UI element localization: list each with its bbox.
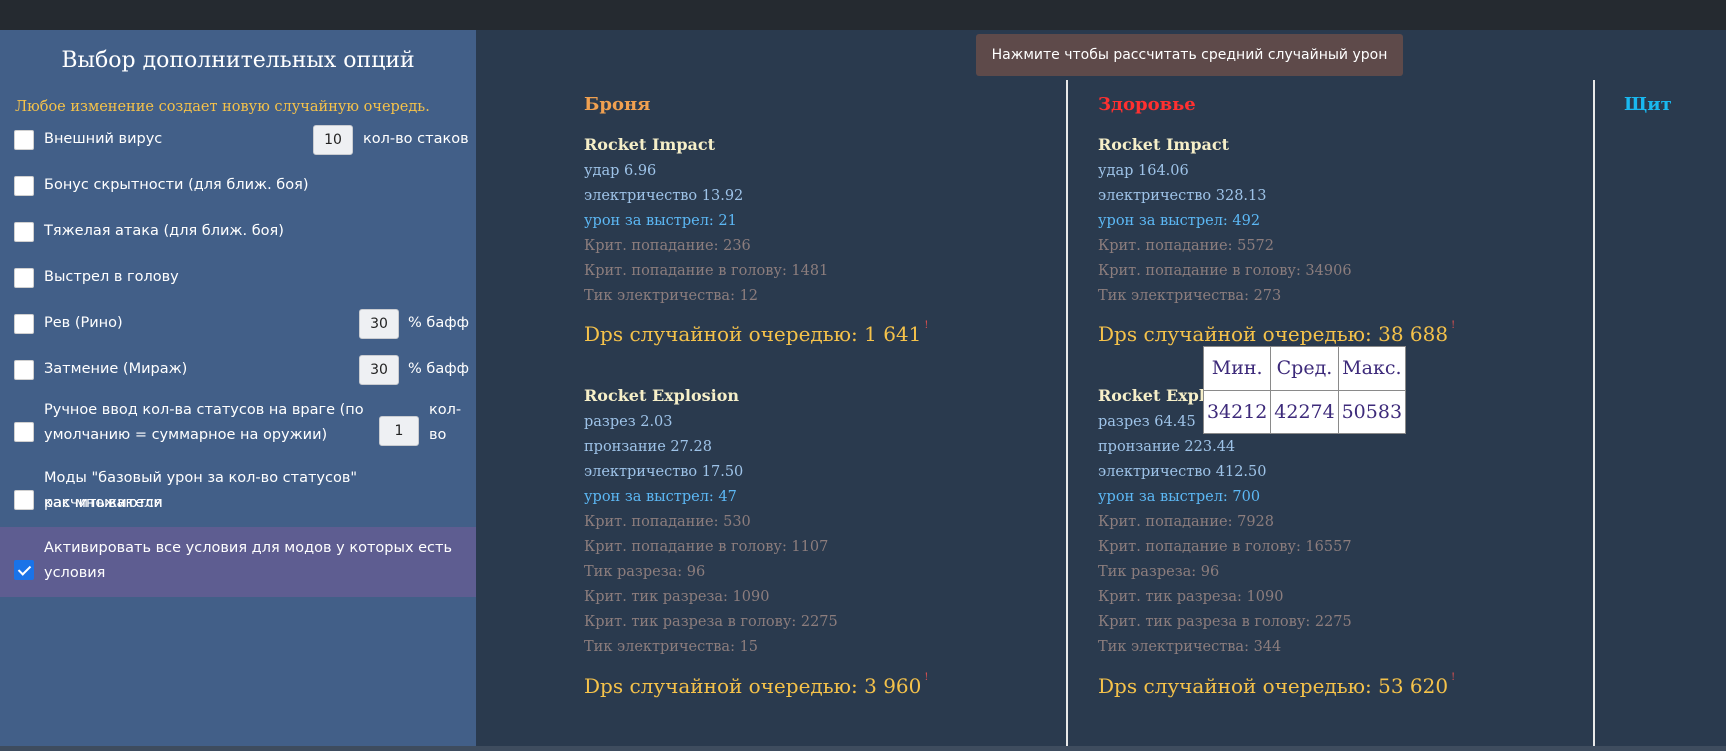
- roar-checkbox[interactable]: [14, 314, 34, 334]
- health-impact-line: Крит. попадание в голову: 34906: [1098, 263, 1352, 279]
- external-virus-stacks-input[interactable]: 10: [313, 125, 353, 155]
- mods-multiplier-checkbox[interactable]: [14, 490, 34, 510]
- health-impact-line: урон за выстрел: 492: [1098, 213, 1261, 229]
- column-divider: [1066, 80, 1068, 746]
- eclipse-label: Затмение (Мираж): [44, 361, 188, 377]
- external-virus-unit: кол-во стаков: [363, 131, 469, 147]
- health-impact-line: Крит. попадание: 5572: [1098, 238, 1274, 254]
- health-explosion-line: разрез 64.45: [1098, 414, 1196, 430]
- heavy-attack-label: Тяжелая атака (для ближ. боя): [44, 223, 284, 239]
- health-explosion-line: Тик разреза: 96: [1098, 564, 1220, 580]
- options-sidebar: Выбор дополнительных опций Любое изменен…: [0, 30, 476, 746]
- health-impact-line: удар 164.06: [1098, 163, 1189, 179]
- health-explosion-line: Крит. попадание в голову: 16557: [1098, 539, 1352, 555]
- armor-impact-line: удар 6.96: [584, 163, 657, 179]
- sidebar-title: Выбор дополнительных опций: [61, 48, 415, 73]
- info-mark[interactable]: !: [1451, 672, 1455, 683]
- armor-impact-title: Rocket Impact: [584, 135, 716, 154]
- top-bar: [0, 0, 1726, 30]
- eclipse-unit: % бафф: [408, 361, 470, 377]
- external-virus-label: Внешний вирус: [44, 131, 163, 147]
- health-explosion-line: пронзание 223.44: [1098, 439, 1236, 455]
- info-mark[interactable]: !: [1451, 320, 1455, 331]
- max-header: Макс.: [1337, 346, 1407, 391]
- min-value: 34212: [1202, 389, 1272, 434]
- mods-multiplier-label-line2: как множители: [44, 495, 163, 511]
- damage-range-popup: Мин. Сред. Макс. 34212 42274 50583: [1202, 346, 1407, 434]
- armor-explosion-line: Тик разреза: 96: [584, 564, 706, 580]
- health-impact-line: Тик электричества: 273: [1098, 288, 1282, 304]
- min-header: Мин.: [1202, 346, 1272, 391]
- health-explosion-line: электричество 412.50: [1098, 464, 1267, 480]
- armor-impact-line: Крит. попадание: 236: [584, 238, 751, 254]
- health-explosion-line: Крит. тик разреза: 1090: [1098, 589, 1284, 605]
- manual-status-count-input[interactable]: 1: [379, 416, 419, 446]
- health-impact-title: Rocket Impact: [1098, 135, 1230, 154]
- armor-impact-line: Крит. попадание в голову: 1481: [584, 263, 829, 279]
- health-explosion-line: Тик электричества: 344: [1098, 639, 1282, 655]
- eclipse-buff-input[interactable]: 30: [359, 355, 399, 385]
- health-explosion-line: урон за выстрел: 700: [1098, 489, 1261, 505]
- health-explosion-dps: Dps случайной очередью: 53 620!: [1098, 672, 1456, 698]
- activate-conditions-label-line1: Активировать все условия для модов у кот…: [44, 540, 453, 556]
- armor-impact-line: Тик электричества: 12: [584, 288, 759, 304]
- stealth-bonus-checkbox[interactable]: [14, 176, 34, 196]
- health-explosion-line: Крит. попадание: 7928: [1098, 514, 1274, 530]
- armor-header: Броня: [584, 94, 651, 115]
- health-impact-dps: Dps случайной очередью: 38 688!: [1098, 320, 1456, 346]
- health-impact-line: электричество 328.13: [1098, 188, 1267, 204]
- table-row: 34212 42274 50583: [1202, 389, 1407, 434]
- max-value: 50583: [1337, 389, 1407, 434]
- armor-explosion-line: Тик электричества: 15: [584, 639, 759, 655]
- bottom-bar: [0, 746, 1726, 751]
- table-row: Мин. Сред. Макс.: [1202, 346, 1407, 391]
- armor-explosion-line: пронзание 27.28: [584, 439, 712, 455]
- headshot-label: Выстрел в голову: [44, 269, 179, 285]
- manual-status-unit-line1: кол-: [429, 402, 462, 418]
- damage-range-table: Мин. Сред. Макс. 34212 42274 50583: [1202, 346, 1407, 434]
- armor-impact-dps: Dps случайной очередью: 1 641!: [584, 320, 929, 346]
- column-divider: [1593, 80, 1595, 746]
- armor-explosion-line: Крит. тик разреза: 1090: [584, 589, 770, 605]
- health-explosion-line: Крит. тик разреза в голову: 2275: [1098, 614, 1352, 630]
- roar-buff-input[interactable]: 30: [359, 309, 399, 339]
- armor-explosion-line: Крит. тик разреза в голову: 2275: [584, 614, 838, 630]
- manual-status-label-line2: умолчанию = суммарное на оружии): [44, 427, 328, 443]
- eclipse-checkbox[interactable]: [14, 360, 34, 380]
- manual-status-unit-line2: во: [429, 427, 447, 443]
- armor-explosion-line: Крит. попадание: 530: [584, 514, 751, 530]
- sidebar-note: Любое изменение создает новую случайную …: [15, 99, 430, 115]
- avg-header: Сред.: [1270, 346, 1339, 391]
- manual-status-checkbox[interactable]: [14, 422, 34, 442]
- info-mark[interactable]: !: [924, 320, 928, 331]
- roar-label: Рев (Рино): [44, 315, 123, 331]
- armor-explosion-line: Крит. попадание в голову: 1107: [584, 539, 829, 555]
- avg-value: 42274: [1270, 389, 1339, 434]
- info-mark[interactable]: !: [924, 672, 928, 683]
- stealth-bonus-label: Бонус скрытности (для ближ. боя): [44, 177, 309, 193]
- armor-explosion-line: урон за выстрел: 47: [584, 489, 737, 505]
- armor-impact-line: электричество 13.92: [584, 188, 744, 204]
- armor-explosion-title: Rocket Explosion: [584, 386, 739, 405]
- activate-conditions-checkbox[interactable]: [14, 560, 34, 580]
- shield-header: Щит: [1624, 94, 1672, 115]
- roar-unit: % бафф: [408, 315, 470, 331]
- external-virus-checkbox[interactable]: [14, 130, 34, 150]
- armor-impact-line: урон за выстрел: 21: [584, 213, 737, 229]
- armor-explosion-line: электричество 17.50: [584, 464, 744, 480]
- headshot-checkbox[interactable]: [14, 268, 34, 288]
- armor-explosion-dps: Dps случайной очередью: 3 960!: [584, 672, 929, 698]
- calculate-average-damage-button[interactable]: Нажмите чтобы рассчитать средний случайн…: [976, 34, 1403, 76]
- health-header: Здоровье: [1098, 94, 1196, 115]
- armor-explosion-line: разрез 2.03: [584, 414, 673, 430]
- activate-conditions-label-line2: условия: [44, 565, 106, 581]
- heavy-attack-checkbox[interactable]: [14, 222, 34, 242]
- manual-status-label-line1: Ручное ввод кол-ва статусов на враге (по: [44, 402, 364, 418]
